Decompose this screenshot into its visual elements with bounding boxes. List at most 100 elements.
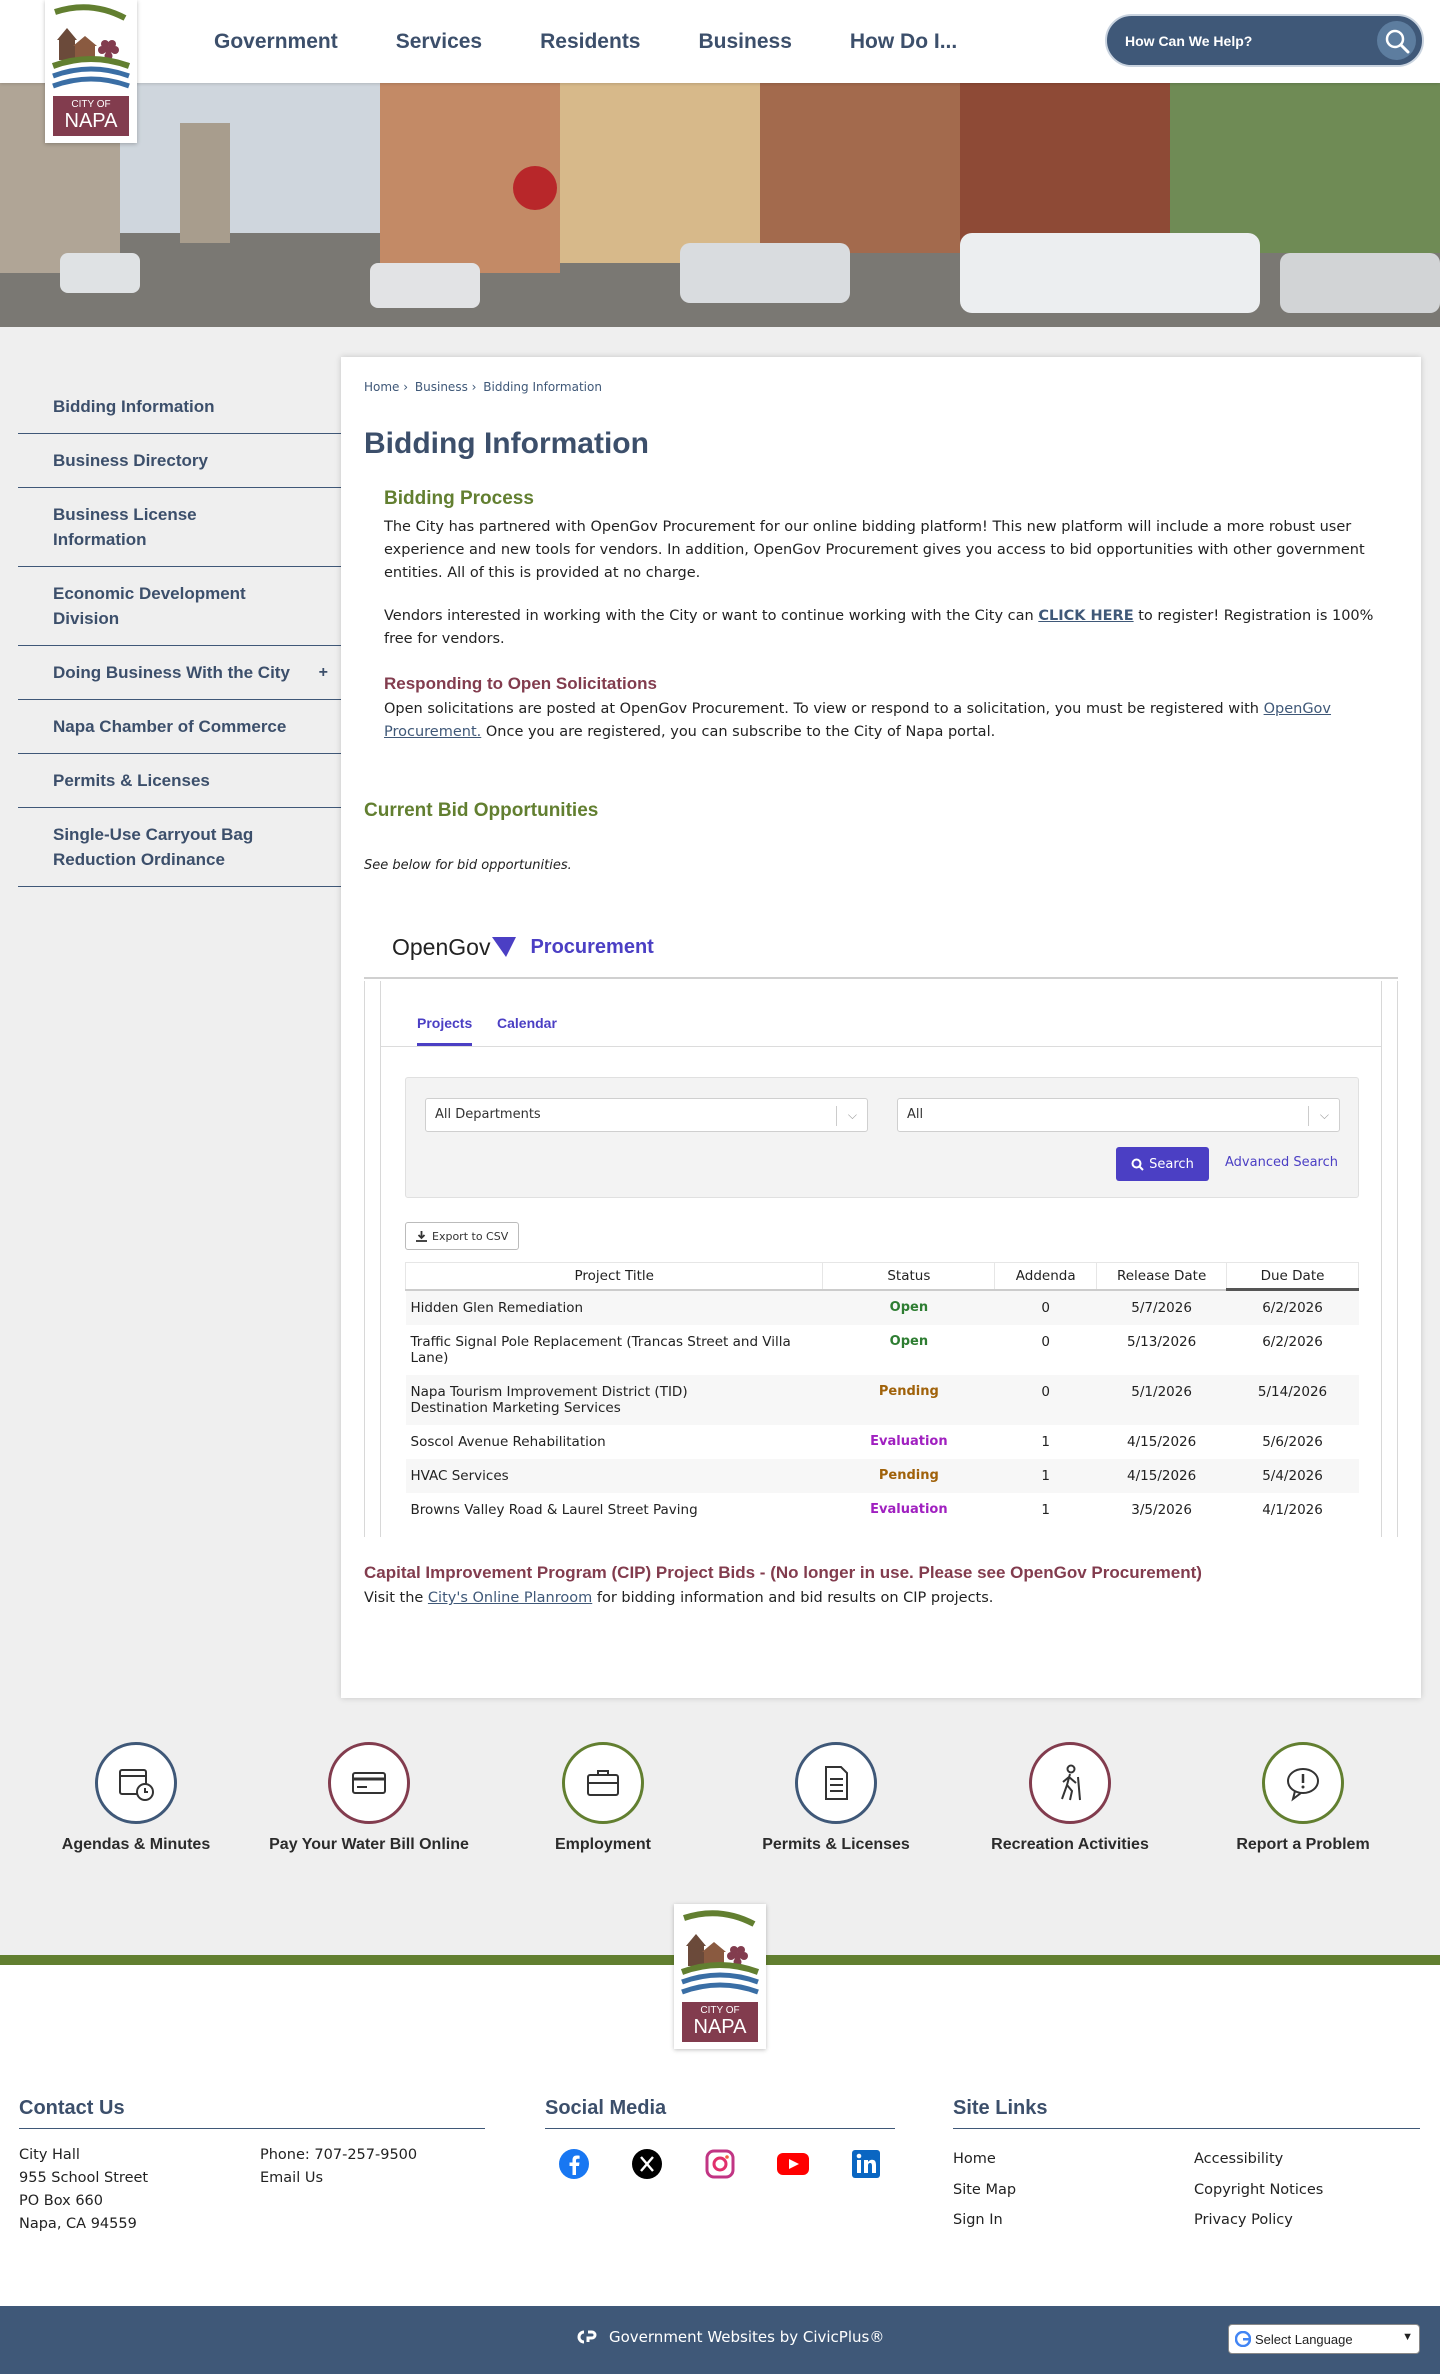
nav-services[interactable]: Services [372, 30, 506, 54]
table-row[interactable]: HVAC Services Pending 1 4/15/2026 5/4/20… [405, 1459, 1359, 1493]
release-date: 4/15/2026 [1127, 1434, 1197, 1450]
project-title[interactable]: Napa Tourism Improvement District (TID) … [405, 1375, 823, 1425]
site-search-input[interactable] [1125, 32, 1355, 49]
breadcrumb-bidding-information[interactable]: Bidding Information [483, 380, 602, 394]
table-row[interactable]: Soscol Avenue Rehabilitation Evaluation … [406, 1425, 1359, 1459]
project-title[interactable]: Browns Valley Road & Laurel Street Pavin… [406, 1493, 823, 1527]
linkedin-icon[interactable] [847, 2145, 885, 2183]
breadcrumb-separator: › [471, 380, 477, 394]
email-us-link[interactable]: Email Us [260, 2170, 323, 2186]
nav-how-do-i[interactable]: How Do I... [826, 30, 981, 54]
nav-residents[interactable]: Residents [516, 30, 664, 54]
contact-line: City Hall [19, 2147, 80, 2163]
sidebar-item-business-directory[interactable]: Business Directory [18, 434, 342, 488]
due-date: 6/2/2026 [1262, 1334, 1323, 1350]
contact-heading: Contact Us [19, 2097, 485, 2129]
bottom-bar: Government Websites by CivicPlus® Select… [0, 2306, 1440, 2374]
project-title[interactable]: Soscol Avenue Rehabilitation [406, 1425, 823, 1459]
export-csv-label: Export to CSV [432, 1229, 509, 1243]
footer-link-copyright[interactable]: Copyright Notices [1194, 2175, 1323, 2206]
opengov-product: Procurement [530, 935, 654, 958]
project-title[interactable]: Traffic Signal Pole Replacement (Trancas… [406, 1325, 823, 1375]
project-title[interactable]: Hidden Glen Remediation [405, 1289, 823, 1325]
quick-link-recreation[interactable]: Recreation Activities [955, 1742, 1185, 1854]
quick-link-water-bill[interactable]: Pay Your Water Bill Online [254, 1742, 484, 1854]
current-bids-heading: Current Bid Opportunities [364, 800, 599, 821]
advanced-search-link[interactable]: Advanced Search [1225, 1155, 1338, 1170]
tab-calendar[interactable]: Calendar [497, 1015, 557, 1043]
footer-link-home[interactable]: Home [953, 2144, 1016, 2175]
quick-link-permits[interactable]: Permits & Licenses [721, 1742, 951, 1854]
search-button[interactable]: Search [1116, 1147, 1209, 1181]
table-row[interactable]: Hidden Glen Remediation Open 0 5/7/2026 … [405, 1289, 1359, 1325]
breadcrumb-business[interactable]: Business [415, 380, 468, 394]
sidebar-item-permits[interactable]: Permits & Licenses [18, 754, 342, 808]
facebook-icon[interactable] [555, 2145, 593, 2183]
opengov-header: OpenGov Procurement [364, 917, 1398, 979]
footer-link-accessibility[interactable]: Accessibility [1194, 2144, 1323, 2175]
footer-link-privacy[interactable]: Privacy Policy [1194, 2205, 1323, 2236]
quick-link-employment[interactable]: Employment [488, 1742, 718, 1854]
contact-line: Napa, CA 94559 [19, 2216, 137, 2232]
table-row[interactable]: Traffic Signal Pole Replacement (Trancas… [406, 1325, 1359, 1375]
language-select[interactable]: Select Language ▼ [1228, 2324, 1420, 2354]
release-date: 5/1/2026 [1096, 1375, 1227, 1425]
nav-business[interactable]: Business [675, 30, 816, 54]
briefcase-icon [562, 1742, 644, 1824]
footer-link-site-map[interactable]: Site Map [953, 2175, 1016, 2206]
sidebar-item-bidding-information[interactable]: Bidding Information [18, 380, 342, 434]
sidebar-item-chamber[interactable]: Napa Chamber of Commerce [18, 700, 342, 754]
export-csv-button[interactable]: Export to CSV [405, 1222, 520, 1250]
instagram-icon[interactable] [701, 2145, 739, 2183]
vendor-text-before: Vendors interested in working with the C… [384, 608, 1039, 624]
solicitations-heading: Responding to Open Solicitations [384, 674, 657, 693]
col-project-title[interactable]: Project Title [404, 1262, 824, 1291]
due-date: 5/14/2026 [1226, 1375, 1359, 1425]
vendor-register-text: Vendors interested in working with the C… [384, 605, 1384, 651]
logo-text-napa: NAPA [64, 110, 118, 132]
table-header-row: Project Title Status Addenda Release Dat… [404, 1262, 1359, 1291]
nav-government[interactable]: Government [190, 30, 362, 54]
quick-link-agendas[interactable]: Agendas & Minutes [21, 1742, 251, 1854]
sidebar-item-carryout-bag[interactable]: Single-Use Carryout Bag Reduction Ordina… [18, 808, 342, 887]
footer-logo[interactable]: CITY OF NAPA [674, 1904, 766, 2049]
department-select[interactable]: All Departments ⌵ [425, 1098, 868, 1132]
current-bids-note: See below for bid opportunities. [364, 858, 572, 873]
project-title[interactable]: HVAC Services [405, 1459, 823, 1493]
expand-icon[interactable]: + [319, 660, 328, 685]
tab-projects[interactable]: Projects [417, 1015, 473, 1046]
cip-text: Visit the City's Online Planroom for bid… [364, 1587, 1364, 1610]
sidebar-item-label: Economic Development Division [53, 584, 246, 628]
select-separator [836, 1106, 837, 1126]
site-links-heading: Site Links [953, 2097, 1420, 2129]
col-release-date[interactable]: Release Date [1096, 1262, 1228, 1291]
breadcrumb-home[interactable]: Home [364, 380, 399, 394]
site-search-button[interactable] [1377, 21, 1416, 60]
cip-heading: Capital Improvement Program (CIP) Projec… [364, 1563, 1202, 1582]
solicitations-text-before: Open solicitations are posted at OpenGov… [384, 701, 1264, 717]
sidebar-item-business-license[interactable]: Business License Information [18, 488, 342, 567]
footer-link-sign-in[interactable]: Sign In [953, 2205, 1016, 2236]
sidebar-item-doing-business[interactable]: Doing Business With the City + [18, 646, 342, 700]
filter-panel: All Departments ⌵ All ⌵ Search Advanced … [405, 1077, 1359, 1198]
online-planroom-link[interactable]: City's Online Planroom [428, 1590, 592, 1606]
quick-link-label: Permits & Licenses [762, 1836, 910, 1853]
sidebar-item-economic-development[interactable]: Economic Development Division [18, 567, 342, 646]
quick-link-report-problem[interactable]: Report a Problem [1188, 1742, 1418, 1854]
x-icon[interactable] [628, 2145, 666, 2183]
status-select[interactable]: All ⌵ [897, 1098, 1340, 1132]
table-row[interactable]: Browns Valley Road & Laurel Street Pavin… [406, 1493, 1359, 1527]
logo-text-napa: NAPA [693, 2016, 747, 2038]
civicplus-link[interactable]: Government Websites by CivicPlus® [575, 2328, 884, 2346]
click-here-link[interactable]: CLICK HERE [1038, 608, 1133, 624]
quick-link-label: Report a Problem [1236, 1836, 1370, 1853]
col-due-date[interactable]: Due Date [1226, 1262, 1359, 1291]
youtube-icon[interactable] [774, 2145, 812, 2183]
city-logo[interactable]: CITY OF NAPA [45, 0, 137, 143]
cip-text-after: for bidding information and bid results … [592, 1590, 994, 1606]
sidebar-item-label: Business License Information [53, 505, 197, 549]
col-status[interactable]: Status [822, 1262, 996, 1291]
table-row[interactable]: Napa Tourism Improvement District (TID) … [405, 1375, 1359, 1425]
site-links-col-2: Accessibility Copyright Notices Privacy … [1194, 2144, 1323, 2236]
col-addenda[interactable]: Addenda [994, 1262, 1098, 1291]
